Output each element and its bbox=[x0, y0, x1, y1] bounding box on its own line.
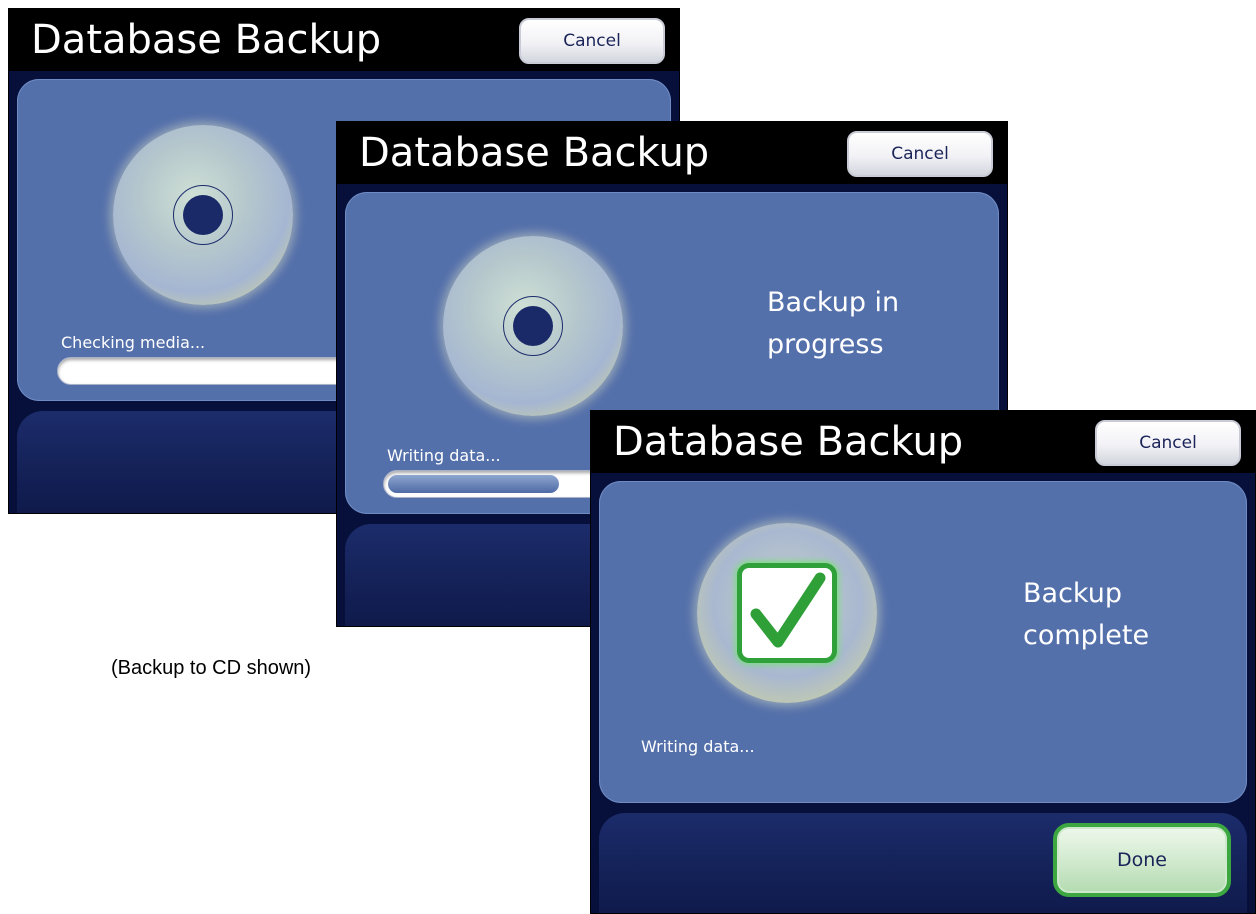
page-title: Database Backup bbox=[359, 130, 710, 176]
cancel-button[interactable]: Cancel bbox=[519, 18, 665, 64]
status-message-line1: Backup bbox=[1023, 578, 1122, 609]
cd-disc-icon bbox=[443, 236, 623, 416]
figure-caption: (Backup to CD shown) bbox=[111, 657, 312, 679]
backup-screen-complete: Database Backup Cancel Backup complete W… bbox=[590, 410, 1256, 914]
progress-fill bbox=[388, 475, 559, 493]
checkmark-icon bbox=[737, 563, 837, 663]
status-message: Backup in progress bbox=[767, 282, 899, 366]
title-bar: Database Backup Cancel bbox=[591, 411, 1255, 473]
content-panel: Backup complete Writing data... bbox=[599, 481, 1247, 803]
cd-disc-icon bbox=[113, 125, 293, 305]
done-button[interactable]: Done bbox=[1053, 823, 1231, 897]
title-bar: Database Backup Cancel bbox=[337, 122, 1007, 184]
cancel-button[interactable]: Cancel bbox=[847, 131, 993, 177]
success-disc bbox=[697, 523, 877, 703]
title-bar: Database Backup Cancel bbox=[9, 9, 679, 71]
page-title: Database Backup bbox=[613, 419, 964, 465]
status-message: Backup complete bbox=[1023, 573, 1149, 657]
page-title: Database Backup bbox=[31, 17, 382, 63]
status-message-line2: progress bbox=[767, 329, 884, 360]
status-message-line1: Backup in bbox=[767, 287, 900, 318]
status-message-line2: complete bbox=[1023, 620, 1150, 651]
cancel-button[interactable]: Cancel bbox=[1095, 420, 1241, 466]
status-text: Writing data... bbox=[387, 446, 501, 465]
status-text: Writing data... bbox=[641, 737, 755, 756]
status-text: Checking media... bbox=[61, 333, 206, 352]
